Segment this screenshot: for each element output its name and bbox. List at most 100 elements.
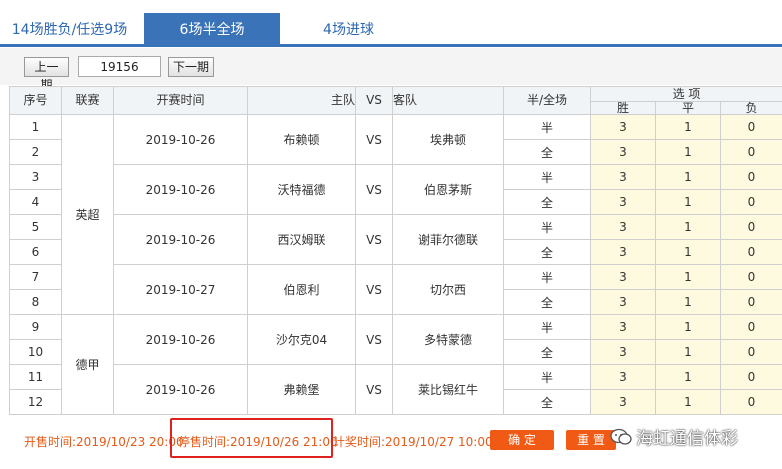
row-seq: 12 [9, 389, 62, 415]
option-win[interactable]: 3 [590, 264, 656, 290]
option-lose[interactable]: 0 [720, 214, 782, 240]
home-team: 西汉姆联 [247, 214, 356, 265]
table-row: 1 英超 2019-10-26 布赖顿 VS 埃弗顿半 3 1 0 [9, 114, 782, 315]
option-draw[interactable]: 1 [655, 339, 721, 365]
option-lose[interactable]: 0 [720, 164, 782, 190]
option-lose[interactable]: 0 [720, 139, 782, 165]
table-row: 11 2019-10-26 弗赖堡 VS 莱比锡红牛半 3 1 0 [9, 364, 782, 415]
vs-label: VS [355, 264, 393, 315]
row-seq: 10 [9, 339, 62, 365]
prev-issue-button[interactable]: 上一期 [24, 57, 69, 92]
option-win[interactable]: 3 [590, 339, 656, 365]
away-team: 埃弗顿 [392, 114, 504, 165]
sale-close-highlight [170, 418, 333, 458]
row-seq: 3 [9, 164, 62, 190]
vs-label: VS [355, 364, 393, 415]
option-win[interactable]: 3 [590, 189, 656, 215]
option-draw[interactable]: 1 [655, 214, 721, 240]
option-win[interactable]: 3 [590, 364, 656, 390]
option-win[interactable]: 3 [590, 214, 656, 240]
confirm-button[interactable]: 确 定 [490, 430, 554, 450]
home-team: 伯恩利 [247, 264, 356, 315]
header-away: 客队 [392, 86, 504, 115]
table-row: 5 2019-10-26 西汉姆联 VS 谢菲尔德联半 3 1 0 [9, 214, 782, 265]
half-full-label: 全 [503, 389, 591, 415]
option-draw[interactable]: 1 [655, 164, 721, 190]
option-win[interactable]: 3 [590, 164, 656, 190]
home-team: 沙尔克04 [247, 314, 356, 365]
half-full-label: 全 [503, 239, 591, 265]
header-start-time: 开赛时间 [113, 86, 248, 115]
option-draw[interactable]: 1 [655, 389, 721, 415]
half-full-label: 全 [503, 339, 591, 365]
channel-watermark: 海虹通信体彩 [610, 424, 738, 449]
watermark-text: 海虹通信体彩 [636, 429, 738, 449]
option-draw[interactable]: 1 [655, 189, 721, 215]
half-full-label: 半 [503, 364, 591, 390]
half-full-label: 半 [503, 114, 591, 140]
option-lose[interactable]: 0 [720, 189, 782, 215]
option-win[interactable]: 3 [590, 239, 656, 265]
option-draw[interactable]: 1 [655, 314, 721, 340]
option-draw[interactable]: 1 [655, 239, 721, 265]
option-lose[interactable]: 0 [720, 264, 782, 290]
option-lose[interactable]: 0 [720, 339, 782, 365]
header-draw: 平 [655, 101, 721, 115]
option-lose[interactable]: 0 [720, 114, 782, 140]
row-seq: 6 [9, 239, 62, 265]
row-seq: 8 [9, 289, 62, 315]
tab-6-half-full[interactable]: 6场半全场 [144, 13, 280, 47]
option-win[interactable]: 3 [590, 289, 656, 315]
header-league: 联赛 [61, 86, 114, 115]
match-date: 2019-10-26 [113, 114, 248, 165]
league-cell: 英超 [61, 114, 114, 315]
table-row: 9 德甲 2019-10-26 沙尔克04 VS 多特蒙德半 3 1 0 [9, 314, 782, 415]
option-win[interactable]: 3 [590, 389, 656, 415]
reset-button[interactable]: 重 置 [566, 430, 616, 450]
half-full-label: 全 [503, 289, 591, 315]
option-draw[interactable]: 1 [655, 139, 721, 165]
tab-14-matches[interactable]: 14场胜负/任选9场 [2, 13, 137, 47]
option-lose[interactable]: 0 [720, 239, 782, 265]
sale-open-time: 开售时间:2019/10/23 20:00 [24, 435, 184, 449]
header-options: 选 项 [590, 86, 782, 102]
issue-toolbar: 上一期 下一期 [0, 48, 782, 92]
away-team: 多特蒙德 [392, 314, 504, 365]
wechat-icon [610, 428, 632, 445]
option-draw[interactable]: 1 [655, 289, 721, 315]
option-lose[interactable]: 0 [720, 364, 782, 390]
table-row: 3 2019-10-26 沃特福德 VS 伯恩茅斯半 3 1 0 [9, 164, 782, 215]
half-full-label: 全 [503, 189, 591, 215]
match-date: 2019-10-26 [113, 364, 248, 415]
row-seq: 2 [9, 139, 62, 165]
option-draw[interactable]: 1 [655, 364, 721, 390]
option-lose[interactable]: 0 [720, 389, 782, 415]
option-draw[interactable]: 1 [655, 114, 721, 140]
sale-info-footer: 开售时间:2019/10/23 20:00 停售时间:2019/10/26 21… [0, 418, 782, 469]
option-lose[interactable]: 0 [720, 314, 782, 340]
row-seq: 7 [9, 264, 62, 290]
option-draw[interactable]: 1 [655, 264, 721, 290]
option-win[interactable]: 3 [590, 114, 656, 140]
option-win[interactable]: 3 [590, 314, 656, 340]
home-team: 沃特福德 [247, 164, 356, 215]
option-win[interactable]: 3 [590, 139, 656, 165]
row-seq: 5 [9, 214, 62, 240]
option-lose[interactable]: 0 [720, 289, 782, 315]
away-team: 莱比锡红牛 [392, 364, 504, 415]
vs-label: VS [355, 214, 393, 265]
vs-label: VS [355, 164, 393, 215]
header-vs: VS [355, 86, 393, 115]
tab-4-goals[interactable]: 4场进球 [296, 13, 401, 47]
half-full-label: 半 [503, 214, 591, 240]
header-half-full: 半/全场 [503, 86, 591, 115]
lottery-tab-bar: 14场胜负/任选9场 6场半全场 4场进球 [0, 0, 782, 47]
vs-label: VS [355, 114, 393, 165]
issue-number-input[interactable] [78, 56, 161, 77]
half-full-label: 全 [503, 139, 591, 165]
settle-time: 计奖时间:2019/10/27 10:00 [333, 435, 493, 449]
half-full-label: 半 [503, 264, 591, 290]
home-team: 布赖顿 [247, 114, 356, 165]
match-date: 2019-10-26 [113, 164, 248, 215]
next-issue-button[interactable]: 下一期 [168, 57, 214, 77]
